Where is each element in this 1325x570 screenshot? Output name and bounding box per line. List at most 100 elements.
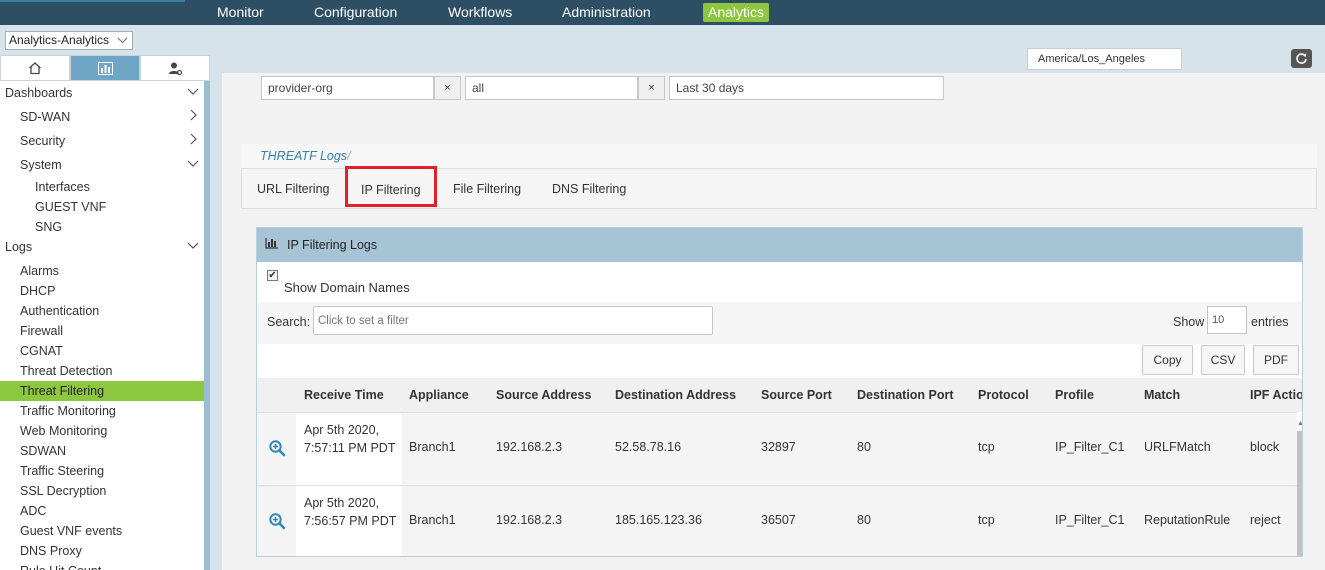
chevron-down-icon: [187, 153, 199, 177]
tab-user-settings[interactable]: [140, 55, 210, 81]
chevron-down-icon: [187, 81, 199, 105]
bar-chart-icon: [265, 228, 279, 262]
sidebar-item-web-monitoring[interactable]: Web Monitoring: [0, 421, 204, 441]
sidebar-item-dhcp[interactable]: DHCP: [0, 281, 204, 301]
profile: IP_Filter_C1: [1055, 513, 1125, 527]
nav-analytics[interactable]: Analytics: [703, 3, 770, 22]
breadcrumb-separator: /: [347, 149, 351, 163]
sidebar-item-interfaces[interactable]: Interfaces: [0, 177, 204, 197]
sidebar-item-threat-filtering[interactable]: Threat Filtering: [0, 381, 204, 401]
sidebar-item-label: Dashboards: [5, 86, 73, 100]
sidebar-item-traffic-steering[interactable]: Traffic Steering: [0, 461, 204, 481]
sidebar-item-traffic-monitoring[interactable]: Traffic Monitoring: [0, 401, 204, 421]
table-row: Apr 5th 2020, 7:56:57 PM PDT Branch1 192…: [257, 485, 1297, 556]
sidebar-item-threat-detection[interactable]: Threat Detection: [0, 361, 204, 381]
column-ipf-action[interactable]: IPF Action: [1250, 378, 1302, 412]
sidebar-item-cgnat[interactable]: CGNAT: [0, 341, 204, 361]
sidebar-item-guest-vnf[interactable]: GUEST VNF: [0, 197, 204, 217]
user-settings-icon: [168, 62, 182, 75]
search-input[interactable]: [313, 306, 713, 335]
sidebar-item-ssl-decryption[interactable]: SSL Decryption: [0, 481, 204, 501]
zoom-in-icon[interactable]: [268, 512, 286, 530]
source-port: 32897: [761, 440, 796, 454]
sidebar-tabs: [0, 55, 210, 81]
table-header: Receive Time Appliance Source Address De…: [257, 378, 1302, 412]
scrollbar-thumb[interactable]: [1297, 431, 1302, 556]
nav-administration[interactable]: Administration: [557, 3, 656, 22]
sidebar-item-system[interactable]: System: [0, 153, 204, 177]
home-icon: [29, 62, 41, 75]
ipf-action: reject: [1250, 513, 1281, 527]
column-appliance[interactable]: Appliance: [409, 378, 469, 412]
source-address: 192.168.2.3: [496, 513, 563, 527]
tab-file-filtering[interactable]: File Filtering: [453, 169, 521, 209]
tab-home[interactable]: [0, 55, 70, 81]
search-row: Search: Show entries: [257, 302, 1302, 344]
sidebar-item-sng[interactable]: SNG: [0, 217, 204, 237]
show-domain-checkbox[interactable]: ✔: [267, 270, 278, 281]
show-label: Show: [1173, 315, 1205, 329]
sidebar-item-sdwan-logs[interactable]: SDWAN: [0, 441, 204, 461]
csv-button[interactable]: CSV: [1201, 345, 1245, 375]
appliance: Branch1: [409, 440, 456, 454]
copy-button[interactable]: Copy: [1142, 345, 1193, 375]
sidebar-item-label: Logs: [5, 240, 33, 254]
source-port: 36507: [761, 513, 796, 527]
sidebar-item-alarms[interactable]: Alarms: [0, 261, 204, 281]
ip-filtering-logs-panel: IP Filtering Logs ✔ Show Domain Names Se…: [256, 227, 1303, 557]
breadcrumb-link[interactable]: THREATF Logs: [260, 149, 347, 163]
sidebar-item-firewall[interactable]: Firewall: [0, 321, 204, 341]
column-match[interactable]: Match: [1144, 378, 1180, 412]
column-destination-address[interactable]: Destination Address: [615, 378, 736, 412]
sidebar-item-security[interactable]: Security: [0, 129, 204, 153]
tab-dns-filtering[interactable]: DNS Filtering: [552, 169, 626, 209]
logo-strip: [0, 0, 185, 2]
nav-monitor[interactable]: Monitor: [212, 3, 269, 22]
show-domain-label: Show Domain Names: [284, 280, 410, 295]
chevron-right-icon: [187, 105, 199, 129]
sidebar-item-rule-hit-count[interactable]: Rule Hit Count: [0, 561, 204, 570]
appliance-filter-clear-button[interactable]: ×: [638, 76, 665, 100]
top-nav-bar: Monitor Configuration Workflows Administ…: [0, 0, 1325, 25]
column-protocol[interactable]: Protocol: [978, 378, 1029, 412]
column-destination-port[interactable]: Destination Port: [857, 378, 954, 412]
column-profile[interactable]: Profile: [1055, 378, 1094, 412]
sidebar-item-guest-vnf-events[interactable]: Guest VNF events: [0, 521, 204, 541]
org-filter-input[interactable]: provider-org: [261, 76, 434, 100]
ipf-action: block: [1250, 440, 1280, 454]
profile: IP_Filter_C1: [1055, 440, 1125, 454]
time-range-select[interactable]: Last 30 days: [669, 76, 944, 100]
refresh-icon: [1296, 53, 1307, 64]
tab-analytics[interactable]: [70, 55, 140, 81]
column-source-port[interactable]: Source Port: [761, 378, 832, 412]
active-tab-highlight: [345, 166, 437, 207]
scroll-up-icon[interactable]: ▲: [1297, 417, 1302, 431]
timezone-select[interactable]: America/Los_Angeles: [1027, 48, 1182, 70]
sidebar-item-adc[interactable]: ADC: [0, 501, 204, 521]
pdf-button[interactable]: PDF: [1253, 345, 1299, 375]
tab-url-filtering[interactable]: URL Filtering: [257, 169, 329, 209]
chevron-right-icon: [187, 129, 199, 153]
sidebar-scrollbar[interactable]: [204, 81, 210, 570]
column-source-address[interactable]: Source Address: [496, 378, 591, 412]
appliance-filter-input[interactable]: all: [465, 76, 638, 100]
destination-address: 185.165.123.36: [615, 513, 702, 527]
destination-port: 80: [857, 440, 871, 454]
nav-workflows[interactable]: Workflows: [443, 3, 517, 22]
sidebar-item-logs[interactable]: Logs: [0, 237, 204, 257]
entries-count-input[interactable]: [1207, 306, 1247, 334]
chevron-down-icon: [187, 237, 199, 257]
tenant-select[interactable]: Analytics-Analytics: [5, 31, 133, 50]
column-receive-time[interactable]: Receive Time: [304, 378, 384, 412]
sidebar-item-dashboards[interactable]: Dashboards: [0, 81, 204, 105]
zoom-in-icon[interactable]: [268, 439, 286, 457]
sidebar-item-dns-proxy[interactable]: DNS Proxy: [0, 541, 204, 561]
refresh-button[interactable]: [1291, 49, 1312, 68]
sidebar-item-sdwan[interactable]: SD-WAN: [0, 105, 204, 129]
org-filter-clear-button[interactable]: ×: [434, 76, 461, 100]
source-address: 192.168.2.3: [496, 440, 563, 454]
table-scrollbar[interactable]: ▲: [1297, 420, 1302, 556]
destination-address: 52.58.78.16: [615, 440, 682, 454]
sidebar-item-authentication[interactable]: Authentication: [0, 301, 204, 321]
nav-configuration[interactable]: Configuration: [309, 3, 402, 22]
